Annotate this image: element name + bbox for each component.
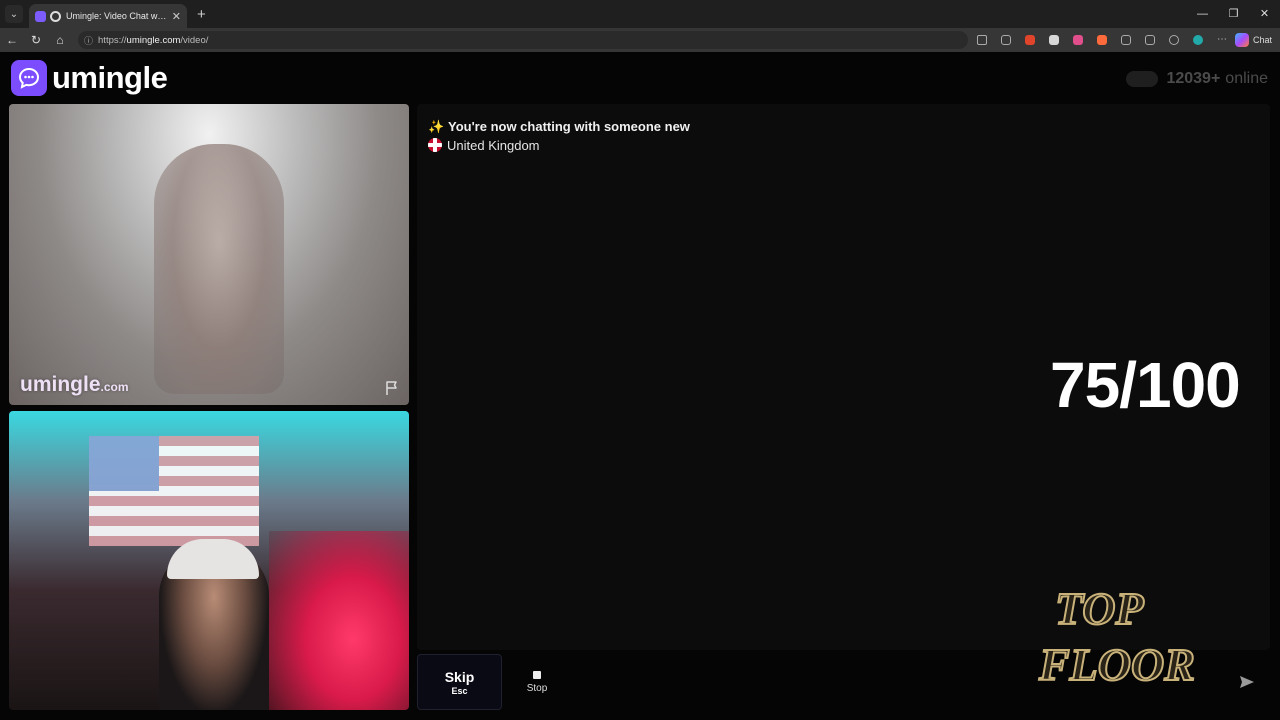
chat-favicon-icon [35,10,46,22]
minimize-button[interactable]: — [1187,0,1218,28]
favorites-icon[interactable] [1145,35,1155,45]
system-message-connected: ✨ You're now chatting with someone new [428,119,690,135]
restore-button[interactable]: ❐ [1218,0,1249,28]
country-text: United Kingdom [447,138,540,153]
site-info-icon[interactable]: ⓘ [84,34,93,47]
extension-red-icon[interactable] [1025,35,1035,45]
uk-flag-icon [428,138,442,152]
extension-grey-icon[interactable] [1049,35,1059,45]
extension-icons: ⋯ [970,28,1234,52]
watermark-domain: .com [100,380,129,394]
stranger-video: umingle.com [9,104,409,405]
camera-icon[interactable] [1001,35,1011,45]
site-logo[interactable]: umingle [11,60,168,96]
stranger-feed [154,144,284,394]
browser-toolbar: ← ↻ ⌂ ⓘ https:// umingle.com /video/ ⋯ C… [0,28,1280,52]
extension-orange-icon[interactable] [1097,35,1107,45]
video-watermark: umingle.com [20,373,129,397]
skip-label: Skip [444,668,475,685]
logo-text: umingle [52,60,168,95]
url-host: umingle.com [126,34,181,46]
close-window-button[interactable]: ✕ [1249,0,1280,28]
stop-button[interactable]: Stop [509,654,565,710]
theme-toggle[interactable] [1126,71,1159,87]
online-counter: 12039+ online [1126,70,1268,88]
tab-title: Umingle: Video Chat with Str [66,11,168,21]
self-video [9,411,409,710]
chat-bubble-icon [11,60,47,96]
stop-icon [533,670,541,679]
tab-list-button[interactable]: ⌄ [5,5,23,23]
score-overlay: 75/100 [1050,349,1241,421]
copilot-chat-button[interactable]: Chat [1234,32,1272,48]
browser-tab[interactable]: Umingle: Video Chat with Str ✕ [29,4,187,28]
message-input[interactable] [570,656,1230,708]
extensions-puzzle-icon[interactable] [1121,35,1131,45]
background-flag [89,436,259,546]
url-path: /video/ [180,34,209,46]
browser-tab-bar: ⌄ Umingle: Video Chat with Str ✕ + — ❐ ✕ [0,0,1280,28]
window-controls: — ❐ ✕ [1187,0,1280,28]
close-tab-icon[interactable]: ✕ [172,10,181,23]
profile-avatar-icon[interactable] [1193,35,1203,45]
skip-button[interactable]: Skip Esc [417,654,502,710]
watermark-text: umingle [20,373,101,396]
sparkles-icon: ✨ [428,119,445,134]
brand-line-1: TOP [1055,583,1144,634]
address-bar[interactable]: ⓘ https:// umingle.com /video/ [78,31,968,49]
new-tab-button[interactable]: + [197,6,206,23]
report-flag-icon[interactable] [384,380,400,396]
history-icon[interactable] [1169,35,1179,45]
online-count: 12039+ [1166,70,1221,87]
stop-label: Stop [526,682,548,694]
more-menu-icon[interactable]: ⋯ [1217,35,1227,45]
online-label: online [1225,70,1268,87]
page: umingle 12039+ online umingle.com ✨ You'r… [0,52,1280,720]
background-light [269,531,409,710]
copilot-icon [1234,33,1249,47]
chat-controls: Skip Esc Stop [417,654,1270,710]
system-message-country: United Kingdom [428,138,540,153]
extension-shield-icon[interactable] [1073,35,1083,45]
favorite-star-icon[interactable] [977,35,987,45]
send-icon[interactable] [1239,674,1255,690]
back-arrow-icon[interactable]: ← [0,33,24,47]
reload-icon[interactable]: ↻ [24,33,48,47]
url-scheme: https:// [98,34,127,46]
recording-icon [50,10,61,22]
connected-text: You're now chatting with someone new [448,119,690,134]
home-icon[interactable]: ⌂ [48,33,72,47]
skip-shortcut: Esc [451,685,468,696]
copilot-chat-label: Chat [1252,35,1272,45]
